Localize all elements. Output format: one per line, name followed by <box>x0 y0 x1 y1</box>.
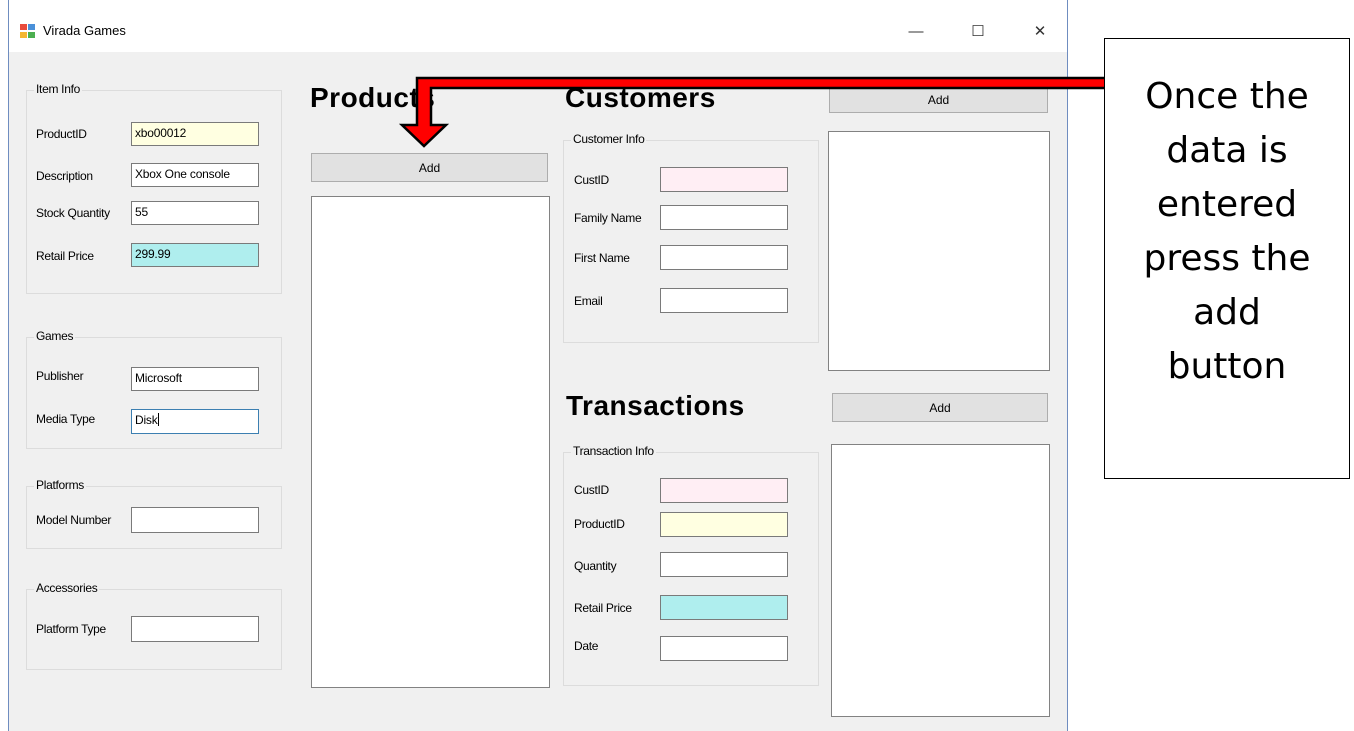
callout-line: button <box>1167 346 1287 387</box>
callout-line: Once the <box>1145 76 1309 117</box>
callout-line: entered <box>1156 184 1298 225</box>
callout-line: add <box>1193 292 1261 333</box>
callout-line: data is <box>1166 130 1288 171</box>
callout-box: Once the data is entered press the add b… <box>1104 38 1350 479</box>
annotation-arrow-shape <box>398 76 1110 148</box>
callout-line: press the <box>1143 238 1311 279</box>
